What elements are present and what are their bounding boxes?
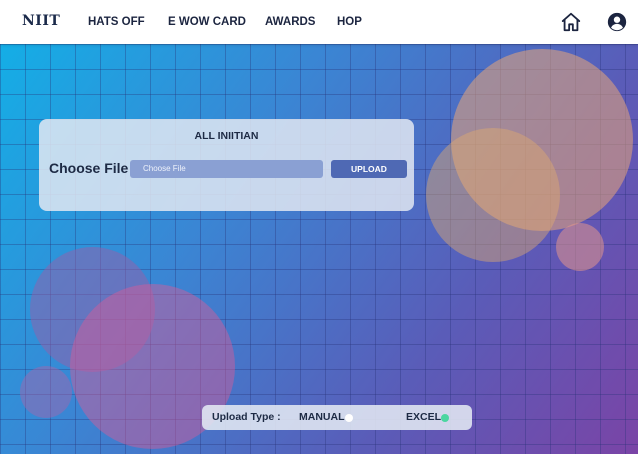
nav-hats-off[interactable]: HATS OFF: [88, 16, 145, 28]
niit-logo[interactable]: NIIT: [22, 13, 60, 29]
upload-card: ALL INIITIAN Choose File : Choose File U…: [39, 119, 414, 211]
decor-bubble: [556, 223, 604, 271]
excel-radio[interactable]: [441, 414, 449, 422]
card-title: ALL INIITIAN: [194, 130, 259, 142]
page-background: [0, 44, 638, 454]
manual-radio[interactable]: [345, 414, 353, 422]
upload-type-bar: Upload Type : MANUAL EXCEL: [202, 405, 472, 430]
upload-button[interactable]: UPLOAD: [331, 160, 407, 178]
upload-type-label: Upload Type :: [212, 411, 281, 423]
file-input[interactable]: Choose File: [130, 160, 323, 178]
home-icon[interactable]: [560, 11, 582, 33]
nav-e-wow-card[interactable]: E WOW CARD: [168, 16, 246, 28]
nav-awards[interactable]: AWARDS: [265, 16, 315, 28]
decor-bubble: [20, 366, 72, 418]
manual-option-label[interactable]: MANUAL: [299, 411, 345, 423]
excel-option-label[interactable]: EXCEL: [406, 411, 441, 423]
top-navbar: NIIT HATS OFF E WOW CARD AWARDS HOP: [0, 0, 638, 44]
user-account-icon[interactable]: [606, 11, 628, 33]
decor-bubble: [426, 128, 560, 262]
choose-file-label: Choose File :: [49, 160, 137, 176]
nav-hop[interactable]: HOP: [337, 16, 362, 28]
